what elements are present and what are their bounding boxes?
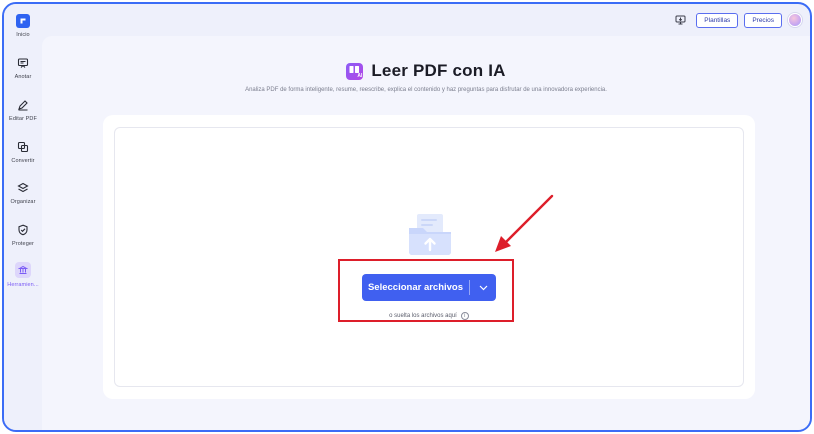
home-logo-icon xyxy=(16,14,30,28)
ai-read-pdf-icon: AI xyxy=(346,62,364,80)
sidebar-item-label: Inicio xyxy=(16,32,30,38)
sidebar-item-label: Organizar xyxy=(10,199,36,205)
tools-icon xyxy=(15,262,31,278)
highlight-box xyxy=(338,259,514,322)
page-subtitle: Analiza PDF de forma inteligente, resume… xyxy=(245,87,607,93)
sidebar-item-inicio[interactable]: Inicio xyxy=(4,14,42,50)
sidebar-item-label: Editar PDF xyxy=(9,116,37,122)
sidebar-item-label: Herramien... xyxy=(7,282,39,288)
topbar-actions: Plantillas Precios xyxy=(675,11,802,29)
ai-badge: AI xyxy=(357,72,363,79)
sidebar-item-label: Convertir xyxy=(11,158,35,164)
sidebar-item-anotar[interactable]: Anotar xyxy=(4,56,42,92)
sidebar-item-convertir[interactable]: Convertir xyxy=(4,140,42,176)
app-window: Inicio Anotar Editar PDF Convertir Organ xyxy=(2,2,812,432)
organize-layers-icon xyxy=(16,181,30,195)
red-arrow-annotation xyxy=(495,194,554,252)
page-title: Leer PDF con IA xyxy=(371,61,506,80)
page-header: AI Leer PDF con IA xyxy=(42,61,810,81)
templates-button[interactable]: Plantillas xyxy=(696,12,739,28)
sidebar-item-editar-pdf[interactable]: Editar PDF xyxy=(4,98,42,134)
annotate-icon xyxy=(16,56,30,70)
file-dropzone[interactable]: Seleccionar archivos o suelta los archiv… xyxy=(114,127,744,387)
shield-icon xyxy=(16,223,30,237)
sidebar-item-label: Anotar xyxy=(14,74,32,80)
edit-pen-icon xyxy=(16,98,30,112)
sidebar: Inicio Anotar Editar PDF Convertir Organ xyxy=(4,4,42,430)
monitor-icon[interactable] xyxy=(675,15,686,25)
avatar[interactable] xyxy=(788,13,802,27)
convert-icon xyxy=(16,140,30,154)
sidebar-item-label: Proteger xyxy=(12,241,34,247)
main-panel: AI Leer PDF con IA Analiza PDF de forma … xyxy=(42,36,810,430)
pricing-button[interactable]: Precios xyxy=(744,12,782,28)
folder-upload-icon xyxy=(409,214,451,255)
upload-card: Seleccionar archivos o suelta los archiv… xyxy=(103,115,755,399)
sidebar-item-herramientas[interactable]: Herramien... xyxy=(4,262,42,298)
sidebar-item-proteger[interactable]: Proteger xyxy=(4,223,42,259)
sidebar-item-organizar[interactable]: Organizar xyxy=(4,181,42,217)
